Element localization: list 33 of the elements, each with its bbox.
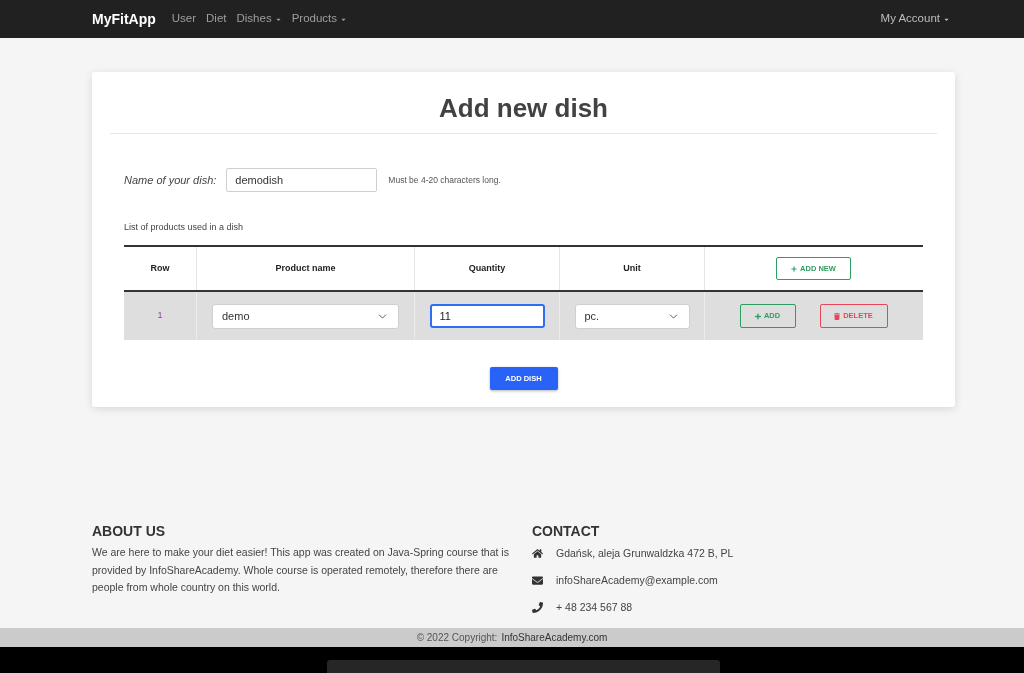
column-header: Row: [150, 261, 170, 275]
dish-name-input[interactable]: demodish: [226, 168, 378, 192]
field-label: Name of your dish:: [124, 172, 217, 188]
nav-link[interactable]: Dishes: [236, 10, 282, 28]
page-title: Add new dish: [438, 92, 609, 124]
nav-link[interactable]: My Account: [880, 10, 950, 28]
field-hint: Must be 4-20 characters long.: [388, 173, 501, 187]
column-header: Unit: [623, 261, 641, 275]
contact-text: Gdańsk, aleja Grunwaldzka 472 B, PL: [556, 545, 734, 561]
contact-text: + 48 234 567 88: [556, 599, 633, 615]
copyright-text: © 2022 Copyright:: [416, 631, 498, 645]
footer-heading: ABOUT US: [92, 522, 166, 540]
nav-link[interactable]: Diet: [206, 10, 227, 28]
copyright-link[interactable]: InfoShareAcademy.com: [501, 630, 608, 645]
nav-link[interactable]: Products: [291, 10, 348, 28]
phone-icon: [532, 602, 543, 613]
plus-icon: [791, 265, 798, 272]
plus-icon: [754, 312, 761, 320]
envelope-icon: [532, 575, 543, 586]
brand-logo[interactable]: MyFitApp: [92, 8, 156, 30]
nav-link[interactable]: User: [171, 10, 197, 28]
product-select[interactable]: demo: [212, 303, 399, 329]
table-caption: List of products used in a dish: [124, 221, 244, 233]
quantity-input[interactable]: 11: [429, 304, 545, 328]
column-header: Quantity: [468, 261, 506, 275]
row-number: 1: [157, 309, 163, 323]
trash-icon: [834, 312, 841, 320]
footer-heading: CONTACT: [532, 522, 600, 540]
about-text: We are here to make your diet easier! This app was created on Java-Spring course that is provided by InfoShareAcademy. Whole course is operated remotely, therefore there are people from whole country on this world.: [92, 545, 510, 595]
home-icon: [532, 548, 543, 559]
contact-text: infoShareAcademy@example.com: [556, 572, 718, 588]
column-header: Product name: [275, 261, 336, 275]
unit-select[interactable]: pc.: [574, 303, 690, 329]
